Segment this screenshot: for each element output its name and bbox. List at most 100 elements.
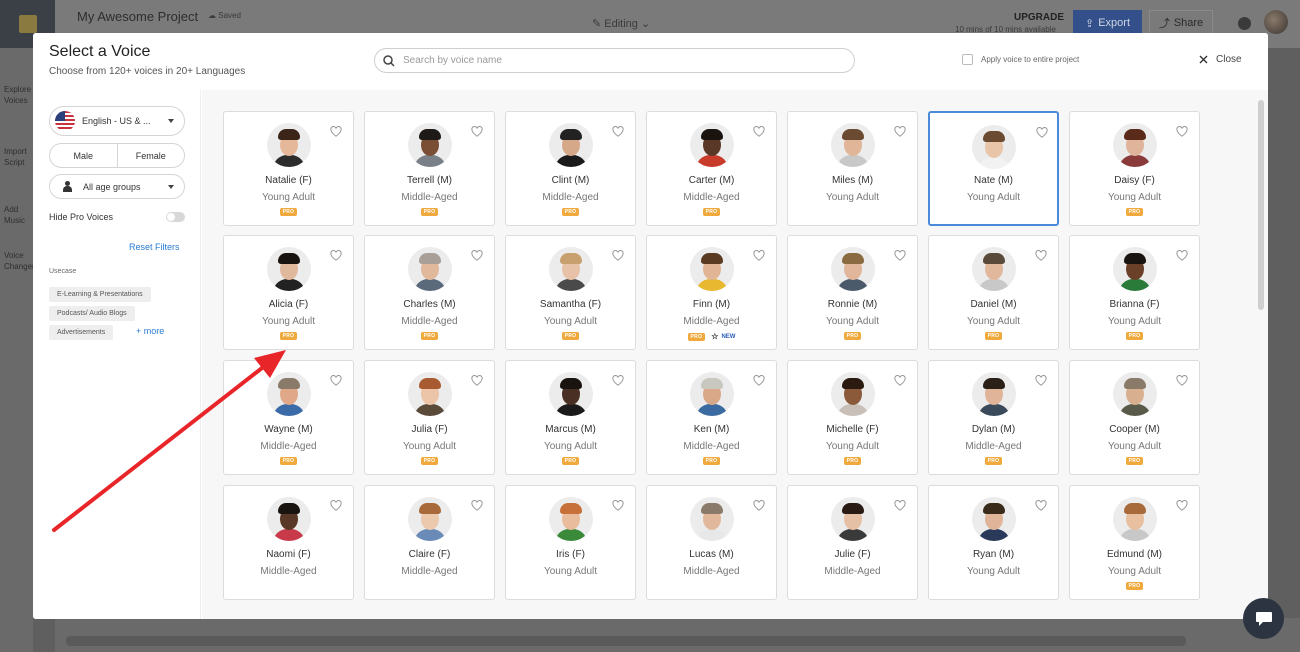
heart-icon[interactable] [612, 124, 626, 137]
heart-icon[interactable] [471, 124, 485, 137]
heart-icon[interactable] [471, 248, 485, 261]
voice-name: Edmund (M) [1106, 549, 1162, 560]
heart-icon[interactable] [894, 373, 908, 386]
voice-card[interactable]: Terrell (M) Middle-Aged PRO [364, 111, 495, 226]
editing-mode-dropdown[interactable]: ✎ Editing ⌄ [592, 17, 650, 30]
sidebar-item-explore-voices[interactable]: Explore Voices [4, 84, 34, 106]
heart-icon[interactable] [753, 373, 767, 386]
voice-card[interactable]: Natalie (F) Young Adult PRO [223, 111, 354, 226]
heart-icon[interactable] [1035, 373, 1049, 386]
voice-card[interactable]: Brianna (F) Young Adult PRO [1069, 235, 1200, 350]
gender-option-female[interactable]: Female [118, 144, 185, 167]
heart-icon[interactable] [1035, 498, 1049, 511]
voice-card[interactable]: Ryan (M) Young Adult [928, 485, 1059, 600]
profile-avatar[interactable] [1264, 10, 1288, 34]
voice-age-group: Young Adult [543, 441, 598, 452]
project-title[interactable]: My Awesome Project [77, 9, 198, 24]
voice-age-group: Middle-Aged [260, 441, 317, 452]
voice-search-box[interactable] [374, 48, 855, 73]
filter-panel: English - US & ... Male Female All age g… [33, 90, 201, 619]
heart-icon[interactable] [612, 498, 626, 511]
logo-icon [18, 15, 37, 33]
voice-card[interactable]: Julie (F) Middle-Aged [787, 485, 918, 600]
voice-card[interactable]: Edmund (M) Young Adult PRO [1069, 485, 1200, 600]
heart-icon[interactable] [612, 373, 626, 386]
heart-icon[interactable] [1176, 124, 1190, 137]
age-group-select[interactable]: All age groups [49, 174, 185, 199]
voice-card[interactable]: Carter (M) Middle-Aged PRO [646, 111, 777, 226]
reset-filters-link[interactable]: Reset Filters [129, 242, 180, 252]
sidebar-item-import-script[interactable]: Import Script [4, 146, 34, 168]
heart-icon[interactable] [894, 124, 908, 137]
voice-card[interactable]: Marcus (M) Young Adult PRO [505, 360, 636, 475]
hide-pro-toggle[interactable] [166, 212, 185, 222]
voice-badges: PRO ☆ NEW [647, 332, 776, 341]
sidebar-item-add-music[interactable]: Add Music [4, 204, 34, 226]
upgrade-link[interactable]: UPGRADE [1014, 12, 1064, 23]
voice-card[interactable]: Daniel (M) Young Adult PRO [928, 235, 1059, 350]
heart-icon[interactable] [894, 248, 908, 261]
help-icon[interactable] [1238, 17, 1251, 30]
voice-card[interactable]: Clint (M) Middle-Aged PRO [505, 111, 636, 226]
voice-name: Ronnie (M) [827, 299, 878, 310]
voice-card[interactable]: Dylan (M) Middle-Aged PRO [928, 360, 1059, 475]
heart-icon[interactable] [1176, 248, 1190, 261]
heart-icon[interactable] [330, 498, 344, 511]
heart-icon[interactable] [1036, 125, 1050, 138]
voice-card[interactable]: Finn (M) Middle-Aged PRO ☆ NEW [646, 235, 777, 350]
heart-icon[interactable] [1176, 373, 1190, 386]
voice-card[interactable]: Iris (F) Young Adult [505, 485, 636, 600]
voice-card[interactable]: Charles (M) Middle-Aged PRO [364, 235, 495, 350]
voice-avatar [267, 497, 311, 541]
usecase-tag[interactable]: E-Learning & Presentations [49, 287, 151, 302]
heart-icon[interactable] [471, 373, 485, 386]
close-button[interactable]: Close [1199, 54, 1242, 65]
heart-icon[interactable] [330, 124, 344, 137]
voice-avatar [408, 247, 452, 291]
heart-icon[interactable] [330, 248, 344, 261]
more-usecases-link[interactable]: + more [136, 326, 164, 336]
voice-card[interactable]: Michelle (F) Young Adult PRO [787, 360, 918, 475]
heart-icon[interactable] [330, 373, 344, 386]
voice-card[interactable]: Daisy (F) Young Adult PRO [1069, 111, 1200, 226]
usecase-tag[interactable]: Podcasts/ Audio Blogs [49, 306, 135, 321]
voice-card[interactable]: Lucas (M) Middle-Aged [646, 485, 777, 600]
voice-name: Lucas (M) [689, 549, 734, 560]
timeline-scrollbar[interactable] [66, 636, 1186, 646]
voice-age-group: Young Adult [966, 316, 1021, 327]
voice-card[interactable]: Julia (F) Young Adult PRO [364, 360, 495, 475]
voice-avatar [831, 497, 875, 541]
voice-card[interactable]: Alicia (F) Young Adult PRO [223, 235, 354, 350]
apply-all-option[interactable]: Apply voice to entire project [962, 54, 1079, 65]
grid-scrollbar[interactable] [1258, 100, 1264, 310]
usecase-tag[interactable]: Advertisements [49, 325, 114, 340]
voice-card[interactable]: Samantha (F) Young Adult PRO [505, 235, 636, 350]
voice-card[interactable]: Naomi (F) Middle-Aged [223, 485, 354, 600]
heart-icon[interactable] [1035, 248, 1049, 261]
voice-card[interactable]: Ken (M) Middle-Aged PRO [646, 360, 777, 475]
heart-icon[interactable] [753, 124, 767, 137]
voice-card[interactable]: Cooper (M) Young Adult PRO [1069, 360, 1200, 475]
voice-card[interactable]: Ronnie (M) Young Adult PRO [787, 235, 918, 350]
voice-card[interactable]: Miles (M) Young Adult [787, 111, 918, 226]
pro-badge: PRO [1125, 208, 1144, 216]
voice-avatar [267, 123, 311, 167]
voice-card[interactable]: Wayne (M) Middle-Aged PRO [223, 360, 354, 475]
heart-icon[interactable] [612, 248, 626, 261]
voice-card[interactable]: Nate (M) Young Adult [928, 111, 1059, 226]
voice-name: Natalie (F) [265, 175, 312, 186]
language-select[interactable]: English - US & ... [49, 106, 185, 136]
heart-icon[interactable] [753, 498, 767, 511]
voice-search-input[interactable] [403, 55, 823, 66]
chat-button[interactable] [1243, 598, 1284, 639]
voice-card[interactable]: Claire (F) Middle-Aged [364, 485, 495, 600]
sidebar-item-voice-changer[interactable]: Voice Changer [4, 250, 35, 272]
heart-icon[interactable] [1176, 498, 1190, 511]
heart-icon[interactable] [753, 248, 767, 261]
heart-icon[interactable] [471, 498, 485, 511]
voice-avatar [1113, 123, 1157, 167]
voice-name: Charles (M) [403, 299, 456, 310]
apply-all-checkbox[interactable] [962, 54, 973, 65]
heart-icon[interactable] [894, 498, 908, 511]
gender-option-male[interactable]: Male [50, 144, 118, 167]
